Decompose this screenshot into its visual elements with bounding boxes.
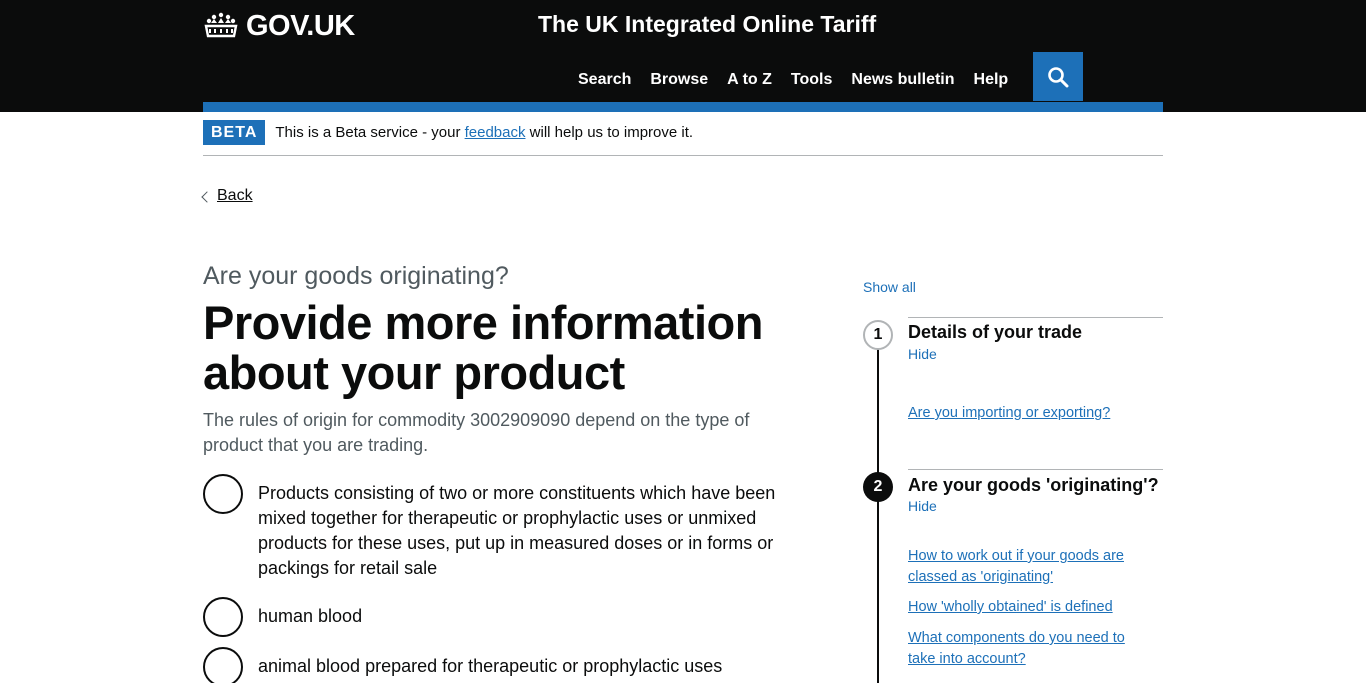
page-title: Provide more information about your prod… xyxy=(203,296,763,399)
nav-help[interactable]: Help xyxy=(974,71,1009,89)
step-connector-line xyxy=(877,340,879,683)
step-number-1: 1 xyxy=(863,320,893,350)
header-accent-bar xyxy=(203,102,1163,112)
service-name[interactable]: The UK Integrated Online Tariff xyxy=(538,11,876,38)
radio-option[interactable]: animal blood prepared for therapeutic or… xyxy=(203,647,803,683)
govuk-logo[interactable]: GOV.UK xyxy=(203,10,355,42)
step-divider xyxy=(908,317,1163,318)
step-number-2: 2 xyxy=(863,472,893,502)
nav-tools[interactable]: Tools xyxy=(791,71,832,89)
crown-icon xyxy=(204,12,238,38)
step-title-details-of-trade[interactable]: Details of your trade xyxy=(908,322,1082,343)
radio-button[interactable] xyxy=(203,597,243,637)
link-importing-or-exporting[interactable]: Are you importing or exporting? xyxy=(908,403,1153,424)
nav-news-bulletin[interactable]: News bulletin xyxy=(851,71,954,89)
show-all-button[interactable]: Show all xyxy=(863,279,916,295)
hint-text: The rules of origin for commodity 300290… xyxy=(203,410,750,455)
back-link-text[interactable]: Back xyxy=(217,187,253,205)
chevron-left-icon xyxy=(201,190,213,203)
step-title-originating[interactable]: Are your goods 'originating'? xyxy=(908,475,1159,496)
feedback-link[interactable]: feedback xyxy=(465,124,526,141)
main-nav: Search Browse A to Z Tools News bulletin… xyxy=(578,71,1027,89)
radio-button[interactable] xyxy=(203,647,243,683)
radio-label[interactable]: human blood xyxy=(258,597,803,629)
step-divider xyxy=(908,469,1163,470)
page-caption: Are your goods originating? xyxy=(203,262,509,290)
site-header: GOV.UK The UK Integrated Online Tariff S… xyxy=(0,0,1366,112)
search-icon xyxy=(1048,66,1069,87)
link-components[interactable]: What components do you need to take into… xyxy=(908,628,1153,670)
back-link[interactable]: Back xyxy=(201,187,253,205)
radio-label[interactable]: animal blood prepared for therapeutic or… xyxy=(258,647,803,679)
search-button[interactable] xyxy=(1033,52,1083,101)
link-wholly-obtained[interactable]: How 'wholly obtained' is defined xyxy=(908,597,1153,618)
step-1-hide-toggle[interactable]: Hide xyxy=(908,346,937,362)
logo-text: GOV.UK xyxy=(246,9,355,42)
radio-button[interactable] xyxy=(203,474,243,514)
radio-option[interactable]: human blood xyxy=(203,597,803,637)
nav-search[interactable]: Search xyxy=(578,71,631,89)
beta-tag: BETA xyxy=(203,120,266,145)
radio-label[interactable]: Products consisting of two or more const… xyxy=(258,474,803,581)
phase-banner: BETA This is a Beta service - your feedb… xyxy=(203,120,1163,156)
nav-browse[interactable]: Browse xyxy=(650,71,708,89)
radio-option[interactable]: Products consisting of two or more const… xyxy=(203,474,803,581)
nav-a-to-z[interactable]: A to Z xyxy=(727,71,772,89)
step-2-hide-toggle[interactable]: Hide xyxy=(908,498,937,514)
link-how-to-work-out-originating[interactable]: How to work out if your goods are classe… xyxy=(908,546,1153,588)
phase-banner-text: This is a Beta service - your feedback w… xyxy=(275,124,694,141)
